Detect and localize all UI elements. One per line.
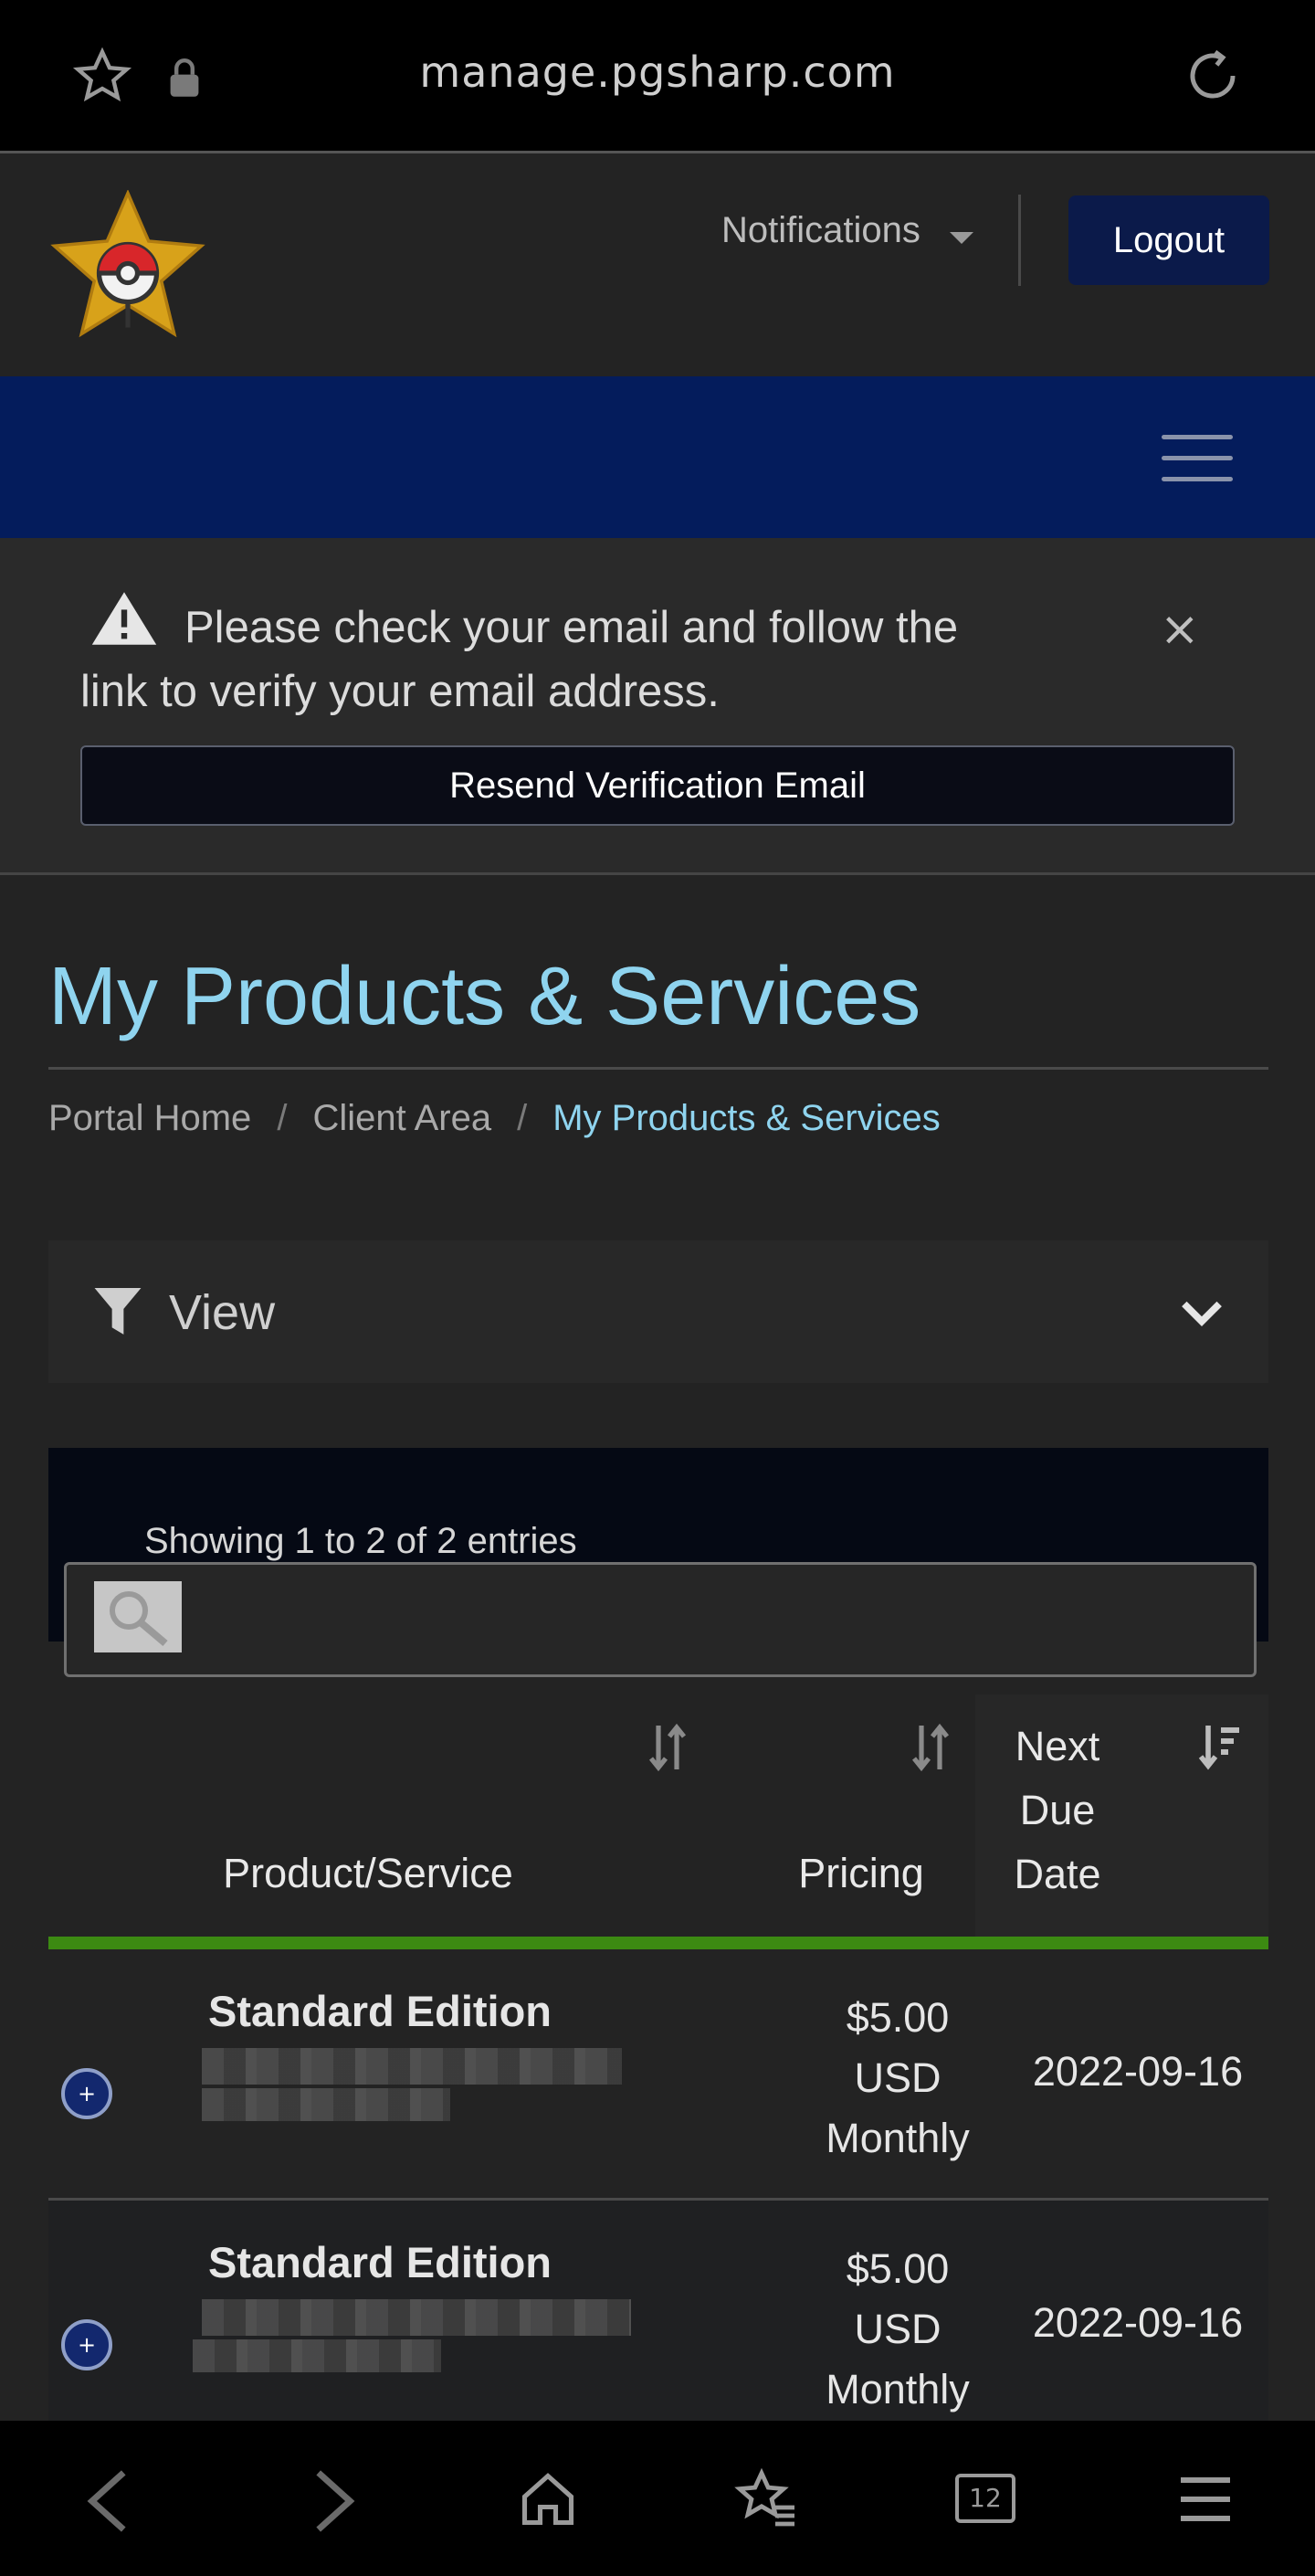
redacted-domain	[202, 2048, 622, 2085]
main-navbar	[0, 376, 1315, 538]
menu-icon[interactable]	[1178, 2466, 1233, 2532]
close-icon[interactable]: ×	[1160, 602, 1200, 657]
reload-icon[interactable]	[1183, 46, 1243, 106]
back-icon[interactable]	[82, 2466, 133, 2536]
product-name[interactable]: Standard Edition	[208, 1986, 552, 2036]
forward-icon[interactable]	[309, 2466, 360, 2536]
hamburger-menu-icon[interactable]	[1162, 435, 1233, 484]
email-verification-alert: Please check your email and follow the l…	[0, 538, 1315, 875]
table-row[interactable]: + Standard Edition $5.00 USD Monthly 202…	[48, 2201, 1268, 2449]
view-filter-label: View	[169, 1285, 276, 1340]
breadcrumb-client-area[interactable]: Client Area	[312, 1098, 491, 1138]
next-due-date-cell: 2022-09-16	[1032, 2299, 1244, 2346]
table-header-row: Product/Service Pricing Next Due Date	[48, 1694, 1268, 1937]
breadcrumb: Portal Home / Client Area / My Products & Se…	[48, 1098, 941, 1139]
resend-verification-button[interactable]: Resend Verification Email	[80, 745, 1235, 826]
expand-row-icon[interactable]: +	[61, 2068, 112, 2119]
alert-message: Please check your email and follow the l…	[80, 603, 959, 716]
tabs-icon[interactable]: 12	[955, 2474, 1015, 2523]
pricing-cell: $5.00 USD Monthly	[826, 1994, 970, 2161]
breadcrumb-current: My Products & Services	[552, 1098, 941, 1138]
table-search-input[interactable]	[64, 1562, 1257, 1677]
redacted-domain	[202, 2299, 631, 2336]
title-divider	[48, 1067, 1268, 1070]
table-header-underline	[48, 1937, 1268, 1949]
redacted-domain	[193, 2339, 441, 2372]
pricing-cell: $5.00 USD Monthly	[826, 2245, 970, 2412]
breadcrumb-separator: /	[277, 1098, 288, 1138]
breadcrumb-portal-home[interactable]: Portal Home	[48, 1098, 251, 1138]
site-header: Notifications Logout	[0, 153, 1315, 377]
browser-toolbar: manage.pgsharp.com	[0, 0, 1315, 153]
filter-icon	[94, 1288, 142, 1335]
chevron-down-icon	[1182, 1301, 1222, 1327]
column-header-pricing[interactable]: Pricing	[724, 1850, 998, 1897]
expand-row-icon[interactable]: +	[61, 2319, 112, 2370]
redacted-domain	[202, 2088, 450, 2121]
table-row[interactable]: + Standard Edition $5.00 USD Monthly 202…	[48, 1949, 1268, 2201]
sort-icon[interactable]	[646, 1722, 689, 1773]
warning-icon	[91, 592, 157, 645]
browser-bottom-bar: 12	[0, 2421, 1315, 2576]
home-icon[interactable]	[517, 2466, 579, 2532]
address-bar[interactable]: manage.pgsharp.com	[0, 48, 1315, 97]
notifications-dropdown[interactable]: Notifications	[721, 210, 920, 251]
bookmarks-icon[interactable]	[734, 2466, 800, 2532]
logout-button[interactable]: Logout	[1068, 195, 1269, 285]
next-due-date-cell: 2022-09-16	[1032, 2048, 1244, 2095]
entries-info: Showing 1 to 2 of 2 entries	[144, 1521, 577, 1561]
product-name[interactable]: Standard Edition	[208, 2237, 552, 2287]
caret-down-icon	[950, 232, 973, 244]
sort-desc-icon[interactable]	[1197, 1722, 1241, 1773]
page-title: My Products & Services	[48, 951, 921, 1042]
search-icon	[94, 1581, 182, 1652]
pgsharp-logo[interactable]	[47, 190, 208, 343]
breadcrumb-separator: /	[517, 1098, 528, 1138]
sort-icon[interactable]	[909, 1722, 952, 1773]
column-header-next-due-date[interactable]: Next Due Date	[989, 1715, 1126, 1906]
column-header-product[interactable]: Product/Service	[222, 1850, 514, 1897]
header-divider	[1018, 195, 1021, 286]
view-filter-toggle[interactable]: View	[48, 1240, 1268, 1383]
